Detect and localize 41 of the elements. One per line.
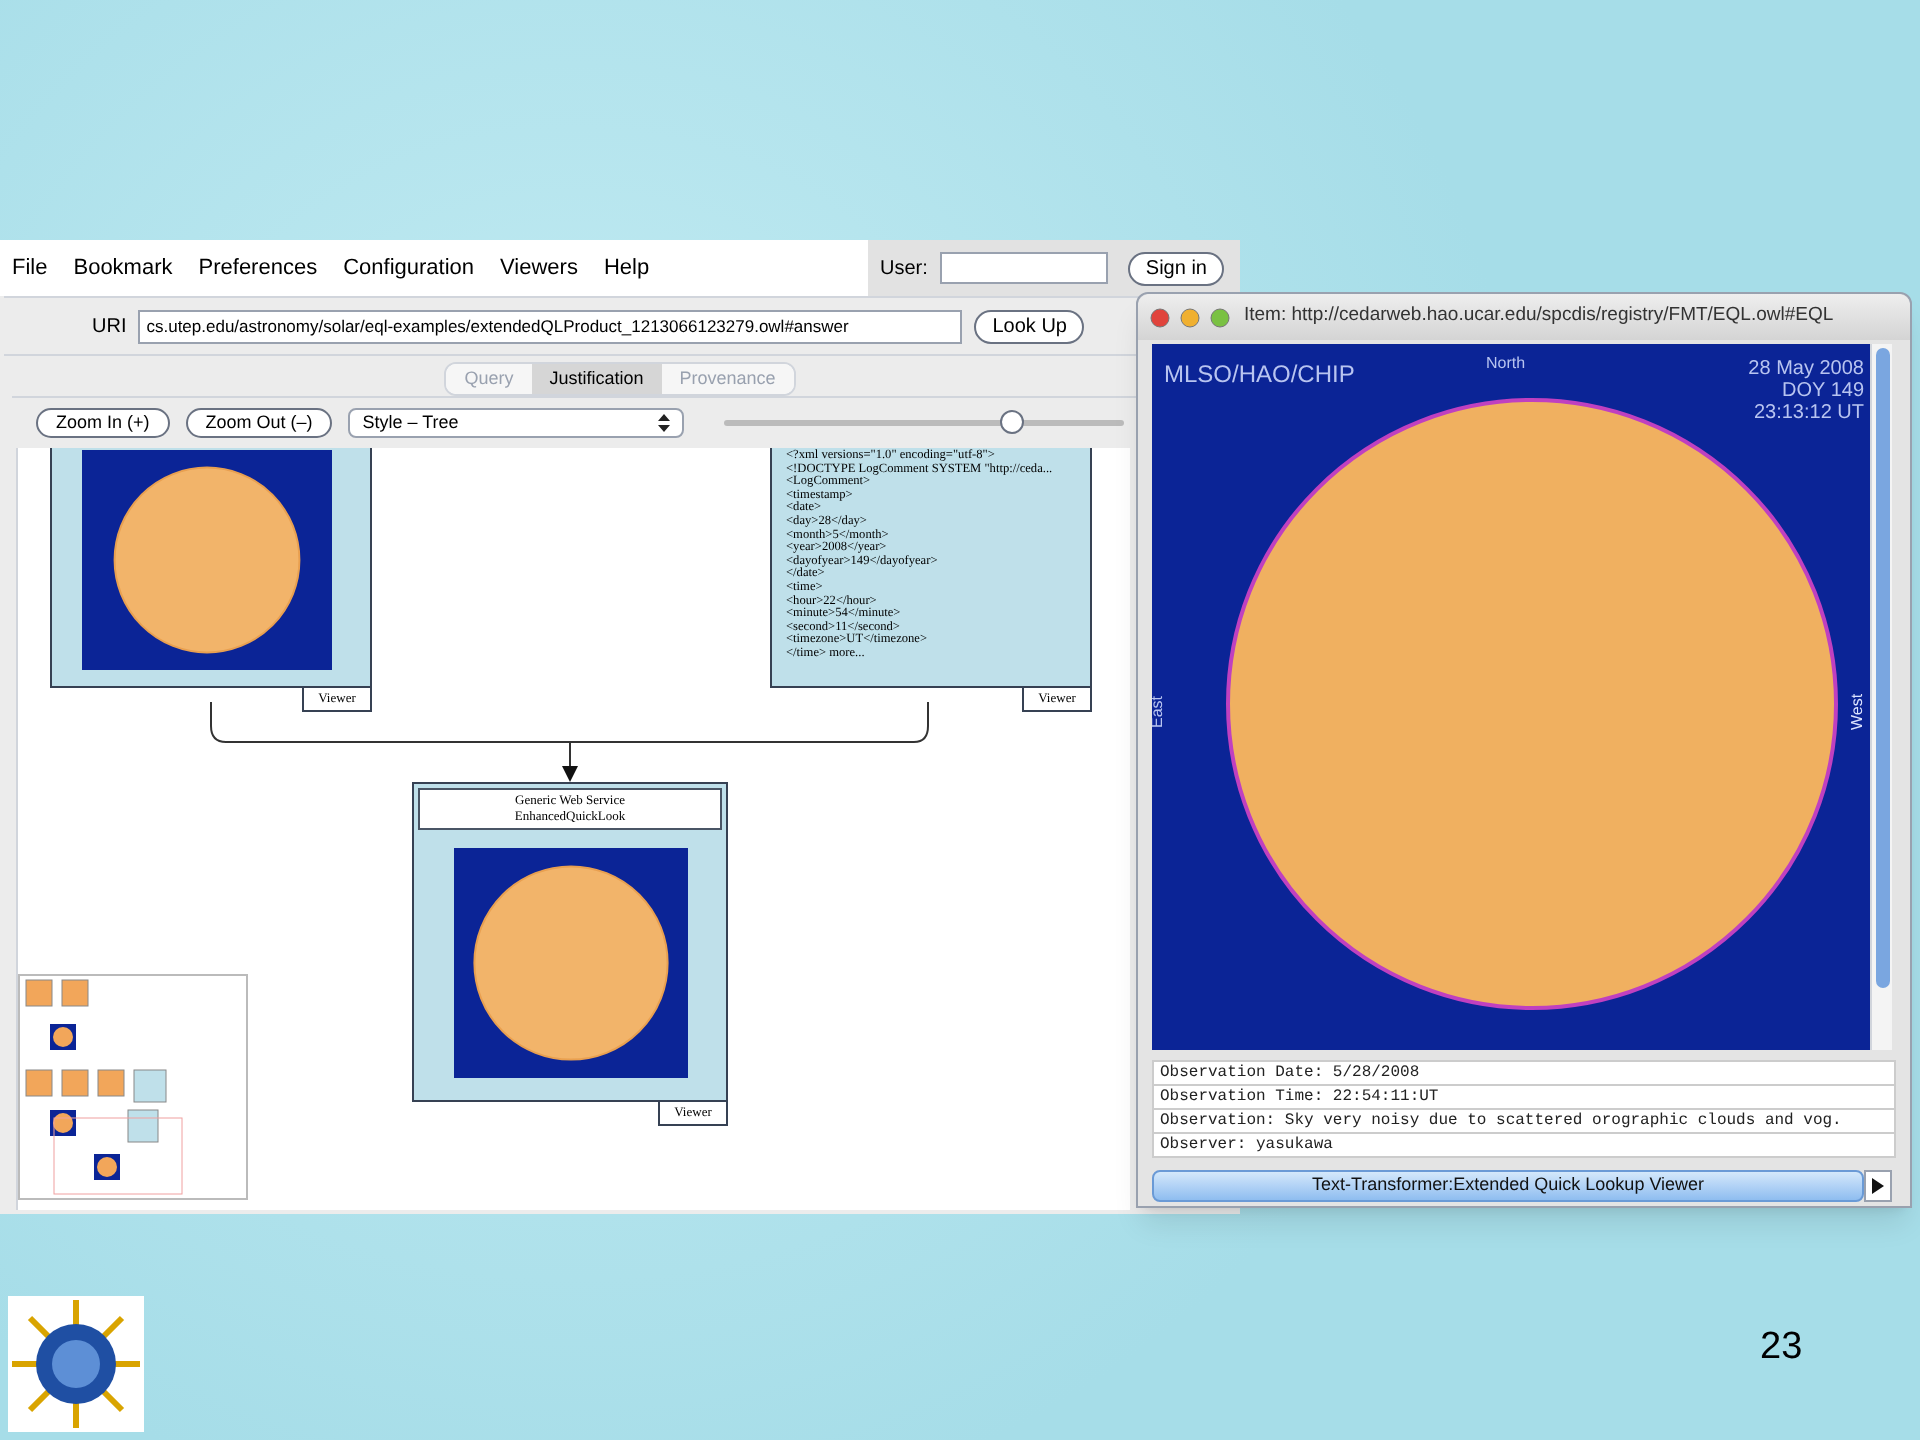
image-label: 28 May 2008 [1748,358,1864,380]
tab[interactable]: Justification [531,364,662,394]
slider-thumb[interactable] [1000,410,1025,434]
image-label: West [1845,693,1868,731]
window-title: Item: http://cedarweb.hao.ucar.edu/spcdis/registry/FMT/EQL.owl#EQL [1244,302,1834,331]
minimize-icon [1180,307,1200,327]
scrollbar[interactable] [1870,344,1892,1050]
zoom-out-button[interactable]: Zoom Out (–) [185,408,333,438]
image-label: North [1486,352,1526,376]
look-up-button[interactable]: Look Up [974,309,1085,343]
text-field[interactable]: Observation: Sky very noisy due to scattered orographic clouds and vog. [1154,1110,1894,1132]
next-button[interactable] [1864,1170,1892,1202]
text-field[interactable]: Observation Time: 22:54:11:UT [1154,1086,1894,1108]
sign-in-button[interactable]: Sign in [1127,251,1225,285]
image-label: 23:13:12 UT [1753,402,1864,424]
graph-node[interactable] [770,448,1092,688]
menu-item[interactable]: Help [603,251,650,285]
field-label: URI [92,313,127,341]
image-label: DOY 149 [1782,380,1864,402]
menu-item[interactable]: Bookmark [73,251,173,285]
text-field[interactable]: Observer: yasukawa [1154,1134,1894,1156]
user-field[interactable] [939,252,1108,284]
text-field[interactable]: Observation Date: 5/28/2008 [1154,1062,1894,1084]
graph-node[interactable] [50,448,372,688]
maximize-icon [1210,307,1230,327]
slide-number: 23 [1760,1324,1803,1372]
viewer-select-button[interactable]: Text-Transformer:Extended Quick Lookup Viewer [1152,1170,1864,1202]
field-label: User: [880,255,928,283]
scrollbar-thumb[interactable] [1876,348,1890,988]
up-down-caret-icon [658,414,671,432]
menu-item[interactable]: Configuration [343,251,475,285]
uri-field[interactable]: cs.utep.edu/astronomy/solar/eql-examples/extendedQLProduct_1213066123279.owl#answer [138,309,963,343]
play-icon [1872,1178,1884,1194]
menu-item[interactable]: Viewers [500,251,578,285]
style-dropdown[interactable]: Style – Tree [348,408,685,438]
menu-item[interactable]: Preferences [198,251,318,285]
emblem-icon [8,1296,144,1432]
zoom-in-button[interactable]: Zoom In (+) [36,408,170,438]
close-icon [1150,307,1170,327]
menu-item[interactable]: File [12,251,48,285]
image-label: MLSO/HAO/CHIP [1164,358,1355,392]
